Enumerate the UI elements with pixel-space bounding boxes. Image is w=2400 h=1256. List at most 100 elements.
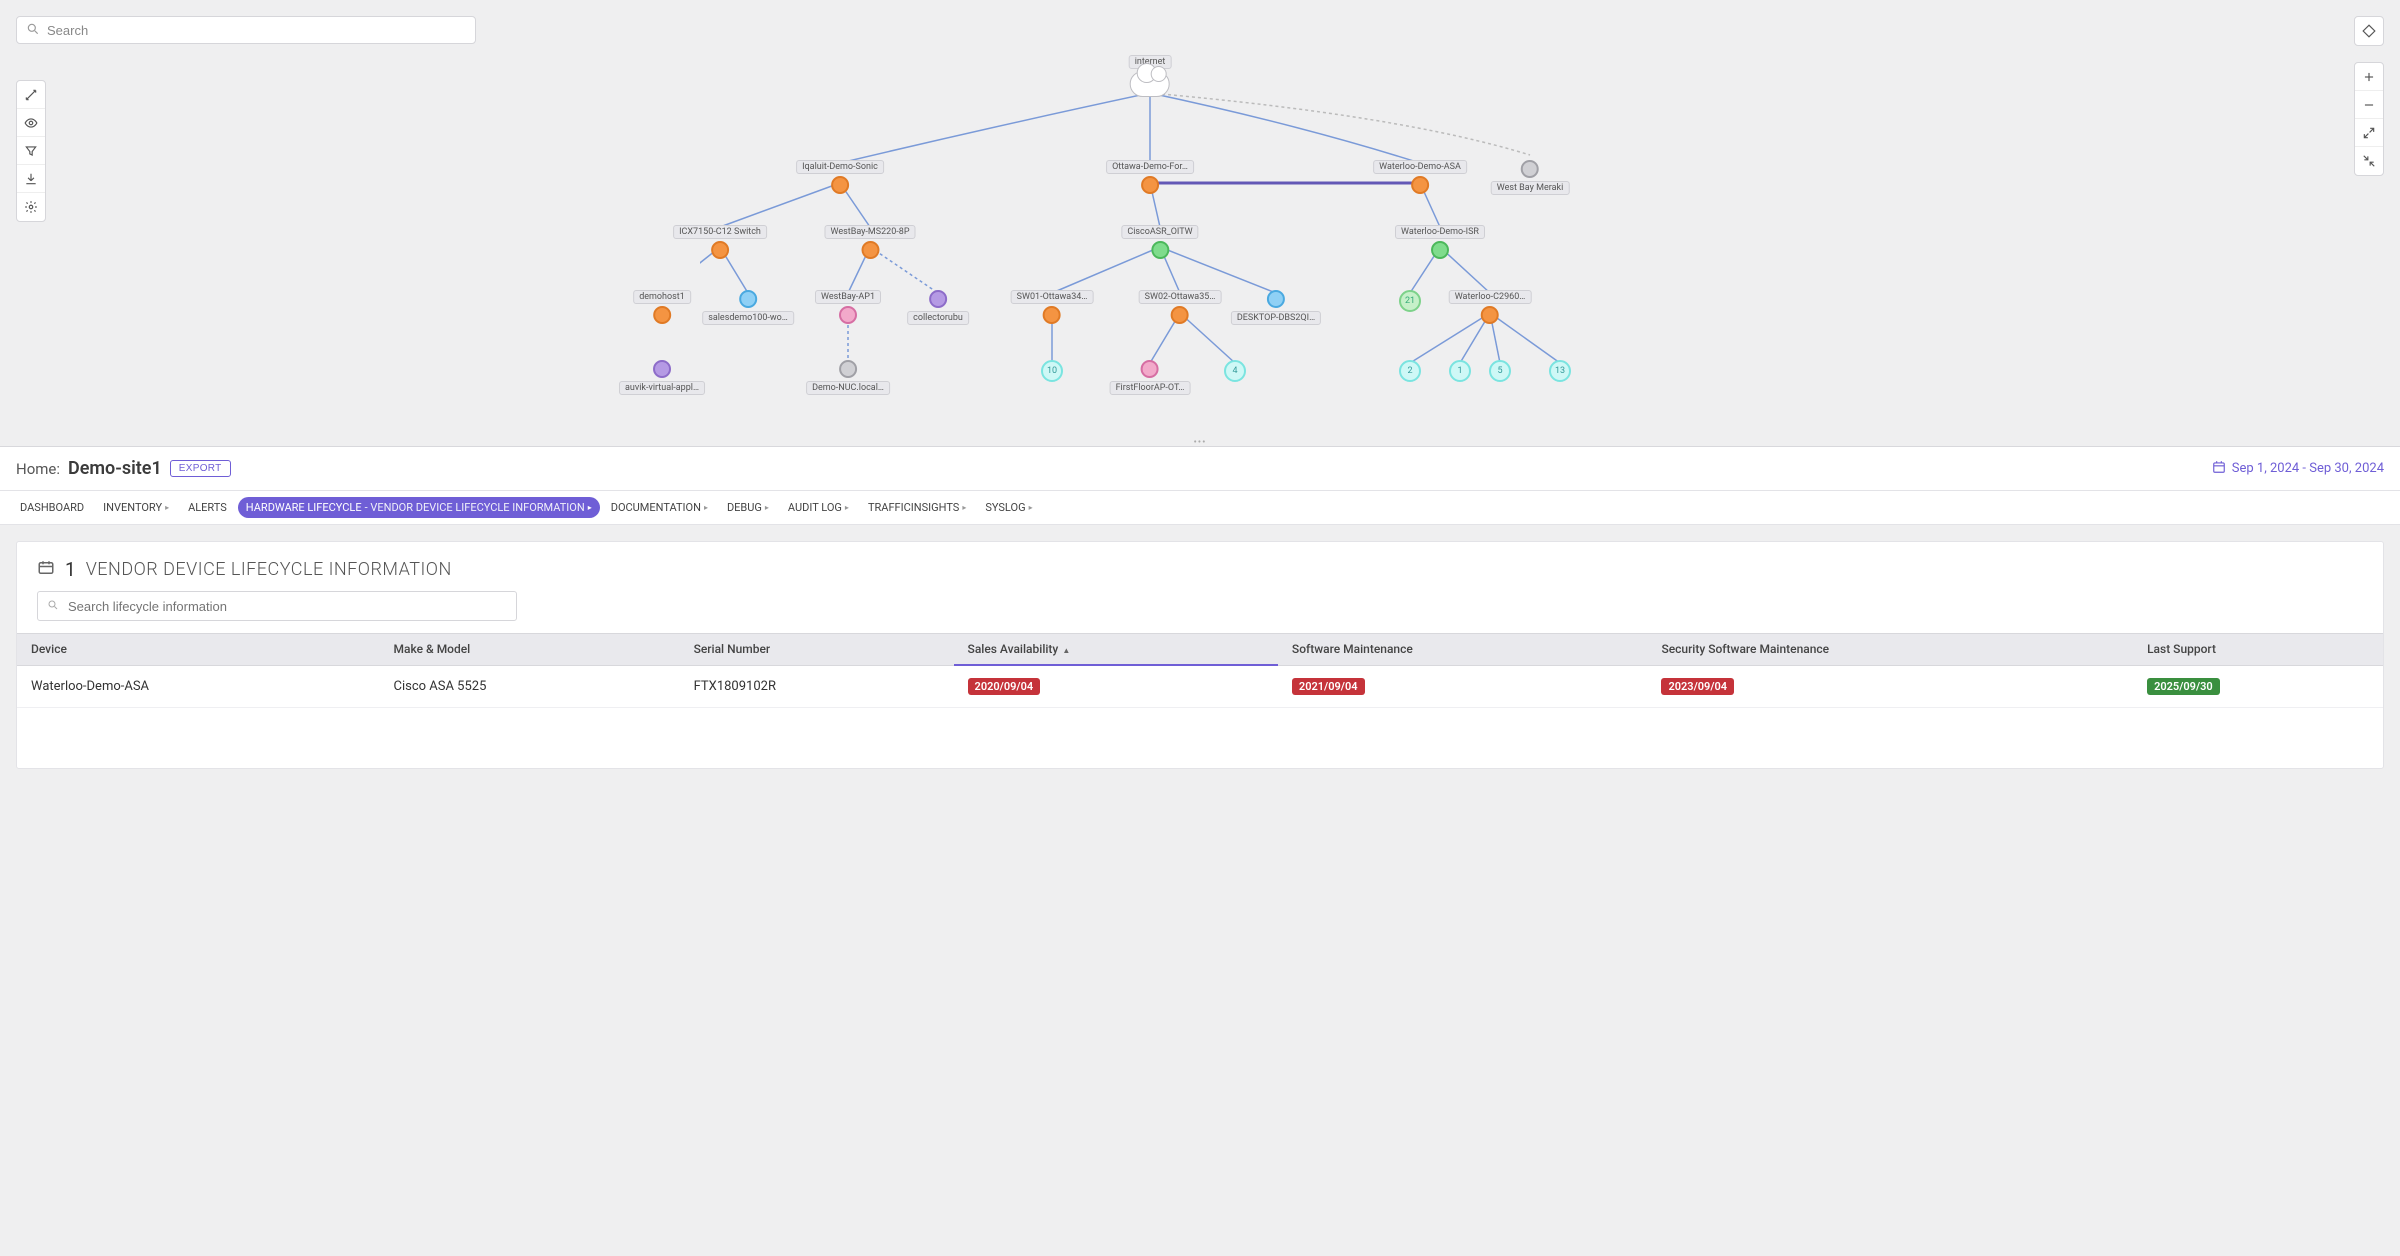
topo-node-label: Waterloo-Demo-ASA [1373,160,1467,174]
topo-node[interactable]: demohost1 [633,290,691,324]
topo-node-circle: 2 [1399,360,1421,382]
col-header[interactable]: Make & Model [380,634,680,666]
eye-icon[interactable] [17,109,45,137]
plus-icon[interactable] [2355,63,2383,91]
topo-node[interactable]: 1 [1449,360,1471,382]
topo-node-label: Waterloo-C2960… [1449,290,1532,304]
col-header[interactable]: Sales Availability▲ [954,634,1278,666]
topo-node[interactable]: West Bay Meraki [1491,160,1570,195]
topo-node-circle: 4 [1224,360,1246,382]
topo-node[interactable]: SW01-Ottawa34… [1011,290,1094,324]
col-header[interactable]: Device [17,634,380,666]
search-icon [26,22,40,40]
topo-node[interactable]: ICX7150-C12 Switch [673,225,767,259]
col-header[interactable]: Software Maintenance [1278,634,1648,666]
topo-node-circle [711,241,729,259]
topo-node-label: SW02-Ottawa35… [1139,290,1222,304]
topo-node-label: WestBay-MS220-8P [825,225,916,239]
topo-node[interactable]: Waterloo-Demo-ASA [1373,160,1467,194]
panel-count: 1 [65,558,76,581]
tab-audit-log[interactable]: AUDIT LOG▸ [780,497,857,518]
tab-hardware-lifecycle[interactable]: HARDWARE LIFECYCLE - VENDOR DEVICE LIFEC… [238,497,600,518]
topo-node[interactable]: 5 [1489,360,1511,382]
date-range-picker[interactable]: Sep 1, 2024 - Sep 30, 2024 [2212,460,2384,478]
cloud-icon [1130,71,1170,97]
topo-tools-left [16,80,46,222]
col-header[interactable]: Serial Number [680,634,954,666]
topo-node[interactable]: Ottawa-Demo-For… [1106,160,1194,194]
download-icon[interactable] [17,165,45,193]
lifecycle-table: DeviceMake & ModelSerial NumberSales Ava… [17,633,2383,708]
topo-node-circle [1431,241,1449,259]
lifecycle-search-input[interactable] [37,591,517,621]
topo-node-circle: 1 [1449,360,1471,382]
topo-node-circle: 13 [1549,360,1571,382]
breadcrumb-site[interactable]: Demo-site1 [68,458,162,479]
topo-node[interactable]: salesdemo100-wo… [702,290,794,325]
minus-icon[interactable] [2355,91,2383,119]
topo-node[interactable]: Demo-NUC.local… [806,360,890,395]
topo-node-label: DESKTOP-DBS2QI… [1231,311,1321,325]
collapse-icon[interactable] [2355,147,2383,175]
status-badge: 2023/09/04 [1661,678,1734,695]
topo-node[interactable]: Waterloo-C2960… [1449,290,1532,324]
breadcrumb-bar: Home: Demo-site1 EXPORT Sep 1, 2024 - Se… [0,447,2400,491]
topo-node[interactable]: 10 [1041,360,1063,382]
topo-node[interactable]: DESKTOP-DBS2QI… [1231,290,1321,325]
topo-node[interactable]: CiscoASR_OITW [1121,225,1198,259]
export-button[interactable]: EXPORT [170,460,231,477]
status-badge: 2020/09/04 [968,678,1041,695]
topo-node-internet[interactable]: internet [1129,55,1172,97]
lifecycle-icon [37,559,55,581]
global-search-input[interactable] [16,16,476,44]
topo-node-circle [1171,306,1189,324]
tab-dashboard[interactable]: DASHBOARD [12,497,92,518]
gear-icon[interactable] [17,193,45,221]
topo-node-circle: 5 [1489,360,1511,382]
topo-node[interactable]: Waterloo-Demo-ISR [1395,225,1485,259]
status-badge: 2025/09/30 [2147,678,2220,695]
top-search-wrap [16,16,476,44]
expand-icon[interactable] [2355,119,2383,147]
topo-node[interactable]: 13 [1549,360,1571,382]
filter-icon[interactable] [17,137,45,165]
tab-syslog[interactable]: SYSLOG▸ [977,497,1040,518]
topo-node[interactable]: SW02-Ottawa35… [1139,290,1222,324]
topo-node-circle [839,306,857,324]
topo-node[interactable]: FirstFloorAP-OT… [1110,360,1191,395]
panel-title: VENDOR DEVICE LIFECYCLE INFORMATION [86,559,452,580]
topo-node[interactable]: 2 [1399,360,1421,382]
topo-node-circle [1141,176,1159,194]
topo-node-circle: 10 [1041,360,1063,382]
topo-node[interactable]: collectorubu [907,290,969,325]
topo-node-circle [1411,176,1429,194]
table-row[interactable]: Waterloo-Demo-ASACisco ASA 5525FTX180910… [17,665,2383,708]
tab-trafficinsights[interactable]: TRAFFICINSIGHTS▸ [860,497,974,518]
tab-inventory[interactable]: INVENTORY▸ [95,497,177,518]
topo-node-circle [1267,290,1285,308]
topo-canvas[interactable]: internet Iqaluit-Demo-Sonic Ottawa-Demo-F… [700,55,1700,425]
tab-documentation[interactable]: DOCUMENTATION▸ [603,497,716,518]
tab-alerts[interactable]: ALERTS [180,497,235,518]
topo-node-label: West Bay Meraki [1491,181,1570,195]
topo-node[interactable]: 21 [1399,290,1421,312]
topo-node-label: Waterloo-Demo-ISR [1395,225,1485,239]
tab-debug[interactable]: DEBUG▸ [719,497,777,518]
col-header[interactable]: Last Support [2133,634,2383,666]
topo-node-circle [831,176,849,194]
topo-node-circle [653,360,671,378]
target-icon[interactable] [2355,17,2383,45]
topo-node[interactable]: Iqaluit-Demo-Sonic [796,160,884,194]
drag-handle-icon[interactable]: ••• [1193,437,1206,447]
topo-node[interactable]: auvik-virtual-appl… [619,360,705,395]
col-header[interactable]: Security Software Maintenance [1647,634,2133,666]
topo-node[interactable]: WestBay-AP1 [815,290,881,324]
topo-node[interactable]: WestBay-MS220-8P [825,225,916,259]
route-icon[interactable] [17,81,45,109]
lifecycle-panel: 1 VENDOR DEVICE LIFECYCLE INFORMATION De… [16,541,2384,769]
topo-node-circle [839,360,857,378]
topo-node-circle [653,306,671,324]
topo-node-circle [1521,160,1539,178]
topo-node[interactable]: 4 [1224,360,1246,382]
search-icon [47,599,59,614]
